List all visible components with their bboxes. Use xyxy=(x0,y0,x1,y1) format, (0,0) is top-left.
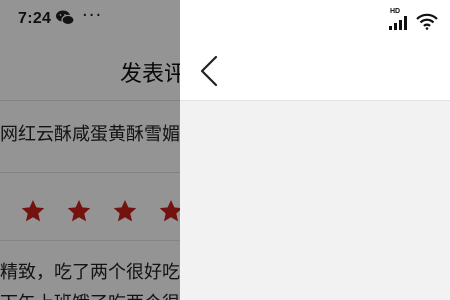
status-indicators: HD xyxy=(382,8,442,30)
network-label: HD xyxy=(390,8,401,15)
signal-icon xyxy=(389,16,407,30)
wifi-icon xyxy=(416,13,438,30)
nav-header: HD xyxy=(180,0,450,101)
foreground-page: HD xyxy=(180,0,450,300)
background-page: 7:24 ··· 发表评 网红云酥咸蛋黄酥雪媚 精致，吃了两个很好吃 下午上班饿… xyxy=(0,0,180,300)
transition-dim-overlay xyxy=(0,0,180,300)
chevron-left-icon[interactable] xyxy=(196,55,222,87)
